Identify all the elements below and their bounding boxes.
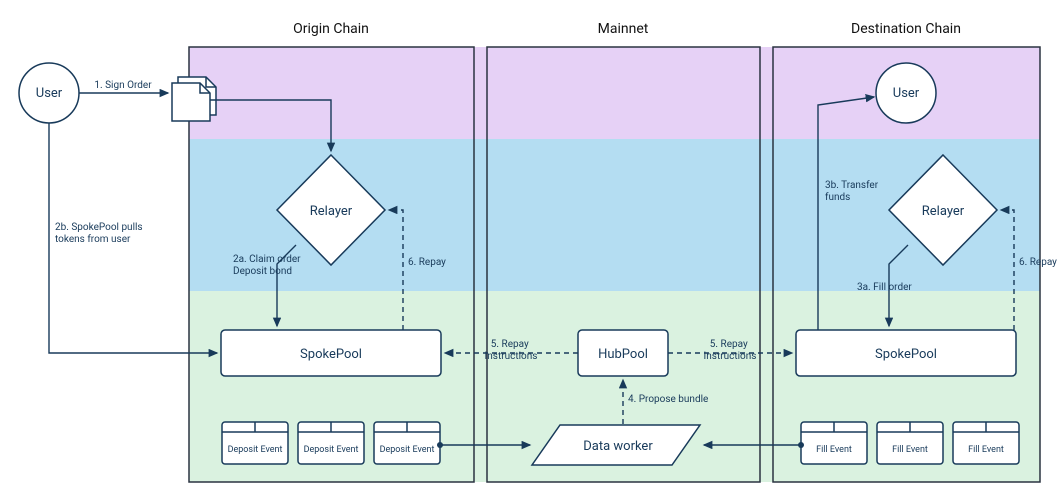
dataworker-node: Data worker	[532, 425, 700, 465]
spokepool-node-left: SpokePool	[221, 330, 441, 376]
edge-repay-right-label: 6. Repay	[1019, 257, 1057, 268]
svg-text:SpokePool: SpokePool	[875, 347, 937, 362]
svg-text:Deposit Event: Deposit Event	[304, 445, 359, 455]
svg-text:Relayer: Relayer	[310, 204, 353, 219]
svg-text:Deposit Event: Deposit Event	[380, 445, 435, 455]
edge-fill-endpoint	[798, 442, 804, 448]
hubpool-node: HubPool	[578, 330, 668, 376]
svg-text:Fill Event: Fill Event	[816, 445, 852, 455]
svg-text:SpokePool: SpokePool	[300, 347, 362, 362]
svg-text:Deposit Event: Deposit Event	[228, 445, 283, 455]
column-title-origin: Origin Chain	[293, 21, 369, 37]
svg-text:Fill Event: Fill Event	[968, 445, 1004, 455]
svg-text:Fill Event: Fill Event	[892, 445, 928, 455]
edge-deposit-endpoint	[437, 442, 443, 448]
edge-sign-order-label: 1. Sign Order	[94, 80, 152, 91]
edge-propose-bundle-label: 4. Propose bundle	[628, 394, 708, 405]
user-label-left: User	[36, 86, 63, 101]
svg-text:Relayer: Relayer	[922, 204, 965, 219]
edge-repay-left-label: 6. Repay	[408, 257, 446, 268]
edge-repay-instr-left-label: 5. Repay Instructions	[485, 339, 538, 362]
deposit-events: Deposit Event Deposit Event Deposit Even…	[222, 422, 440, 464]
edge-fill-order-label: 3a. Fill order	[857, 282, 912, 293]
edge-pull-tokens-label: 2b. SpokePool pulls tokens from user	[55, 222, 145, 245]
svg-text:Data worker: Data worker	[583, 439, 653, 454]
spokepool-node-right: SpokePool	[796, 330, 1016, 376]
user-label-right: User	[893, 86, 920, 101]
column-title-destination: Destination Chain	[851, 21, 961, 37]
order-document-icon	[172, 77, 216, 121]
edge-repay-instr-right-label: 5. Repay Instructions	[704, 339, 757, 362]
svg-text:HubPool: HubPool	[598, 347, 648, 362]
architecture-diagram: Origin Chain Mainnet Destination Chain U…	[0, 0, 1059, 500]
column-title-mainnet: Mainnet	[598, 21, 649, 37]
fill-events: Fill Event Fill Event Fill Event	[801, 422, 1019, 464]
